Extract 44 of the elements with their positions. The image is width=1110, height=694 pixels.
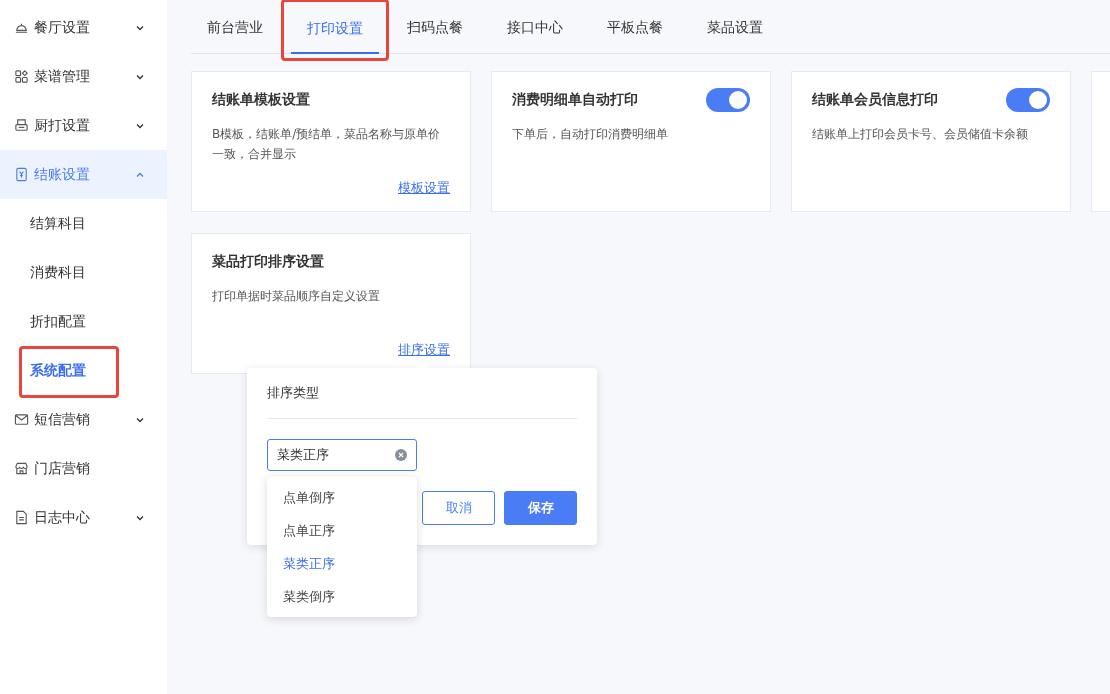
sidebar-subitem[interactable]: 结算科目 <box>0 199 167 248</box>
card-description: B模板，结账单/预结单，菜品名称与原单价一致，合并显示 <box>212 126 442 163</box>
cancel-button[interactable]: 取消 <box>422 491 495 525</box>
document-icon <box>14 510 29 525</box>
sidebar-item[interactable]: 厨打设置 <box>0 101 167 150</box>
save-button[interactable]: 保存 <box>504 491 577 525</box>
tab[interactable]: 扫码点餐 <box>391 17 479 53</box>
card-description: 下单后，自动打印消费明细单 <box>512 126 669 143</box>
card-title: 消费明细单自动打印 <box>512 91 638 109</box>
sidebar-subitem[interactable]: 系统配置 <box>0 346 167 395</box>
card-description: 结账单上打印会员卡号、会员储值卡余额 <box>812 126 1029 143</box>
settings-link[interactable]: 模板设置 <box>398 180 450 195</box>
toggle-switch[interactable] <box>1006 88 1050 112</box>
dropdown-option[interactable]: 点单倒序 <box>267 481 417 514</box>
sidebar-subitem[interactable]: 消费科目 <box>0 248 167 297</box>
tab[interactable]: 前台营业 <box>191 17 279 53</box>
clear-icon[interactable] <box>395 449 407 461</box>
grid-icon <box>14 69 29 84</box>
sort-type-select[interactable]: 菜类正序 <box>267 439 417 471</box>
sidebar-subitem[interactable]: 折扣配置 <box>0 297 167 346</box>
sidebar-item[interactable]: 结账设置 <box>0 150 167 199</box>
card-title: 结账单会员信息打印 <box>812 91 938 109</box>
sidebar-item[interactable]: 短信营销 <box>0 395 167 444</box>
toggle-switch[interactable] <box>706 88 750 112</box>
settings-link[interactable]: 排序设置 <box>398 342 450 357</box>
tab[interactable]: 打印设置 <box>291 18 379 54</box>
mail-icon <box>14 412 29 427</box>
store-icon <box>14 461 29 476</box>
popover-title: 排序类型 <box>267 368 577 419</box>
receipt-icon <box>14 167 29 182</box>
sidebar-item[interactable]: 门店营销 <box>0 444 167 493</box>
tab[interactable]: 平板点餐 <box>591 17 679 53</box>
tab[interactable]: 菜品设置 <box>691 17 779 53</box>
dropdown-option[interactable]: 点单正序 <box>267 514 417 547</box>
card-title: 结账单模板设置 <box>212 91 310 109</box>
sidebar-item[interactable]: 菜谱管理 <box>0 52 167 101</box>
sidebar-item[interactable]: 餐厅设置 <box>0 3 167 52</box>
sidebar-item[interactable]: 日志中心 <box>0 493 167 542</box>
dropdown-option[interactable]: 菜类正序 <box>267 547 417 580</box>
printer-icon <box>14 118 29 133</box>
tab[interactable]: 接口中心 <box>491 17 579 53</box>
card-description: 打印单据时菜品顺序自定义设置 <box>212 288 381 305</box>
card-title: 菜品打印排序设置 <box>212 253 324 271</box>
dropdown-option[interactable]: 菜类倒序 <box>267 580 417 613</box>
